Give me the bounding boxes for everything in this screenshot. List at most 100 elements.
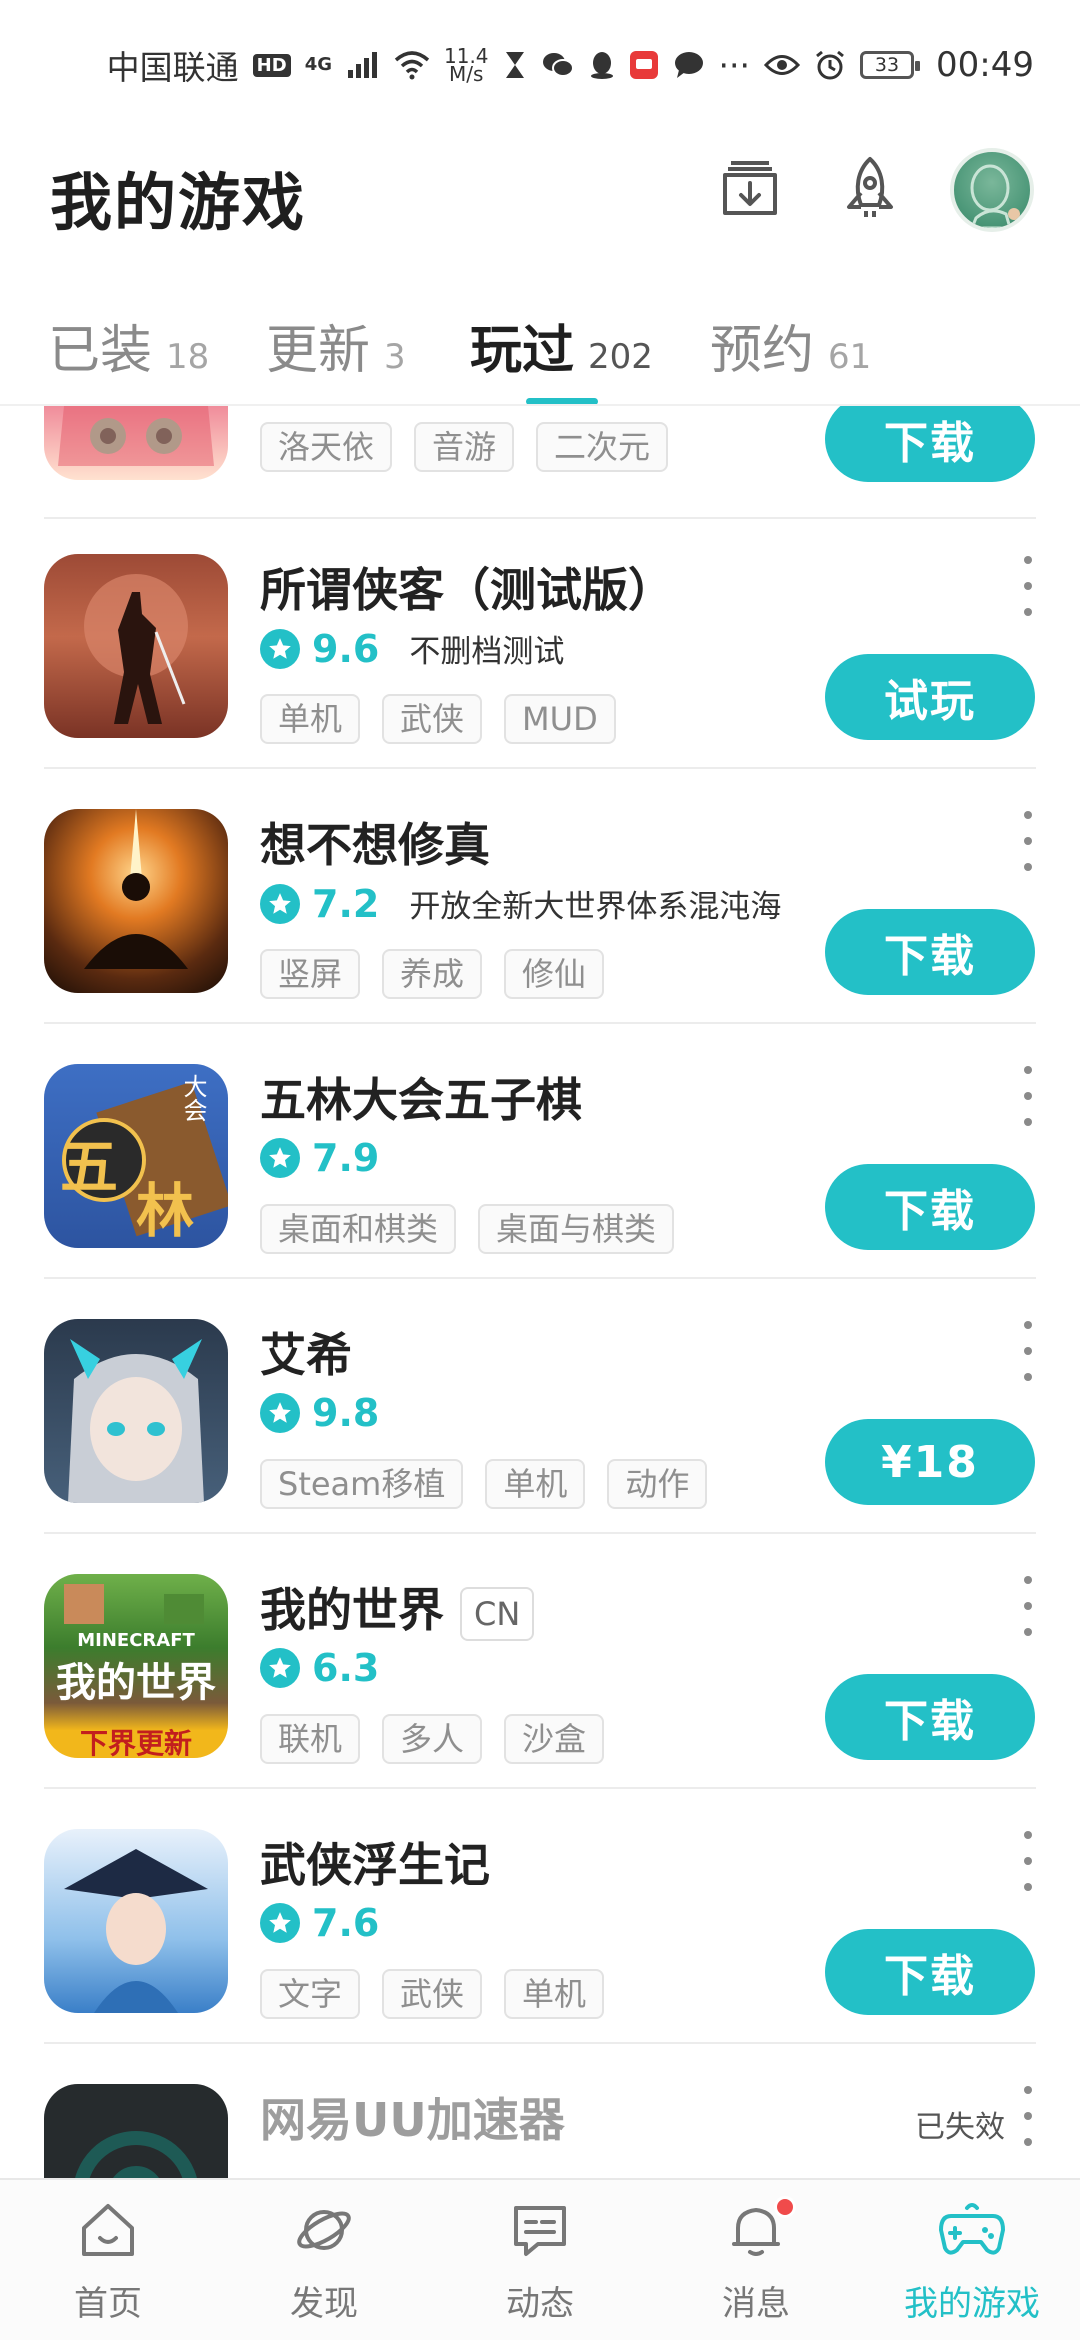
icon-text: 大会 — [179, 1074, 207, 1122]
dot — [1024, 1092, 1032, 1100]
tab-updates[interactable]: 更新 3 — [266, 308, 406, 383]
more-options-button[interactable] — [1018, 1321, 1038, 1381]
download-button[interactable]: 下载 — [825, 406, 1035, 482]
more-options-button[interactable] — [1018, 556, 1038, 616]
game-list[interactable]: 洛天依 音游 二次元 下载 所谓侠客（测试版） 9.6 不删档测试 单机 武侠 … — [0, 406, 1080, 2178]
dot — [1024, 1347, 1032, 1355]
status-bar: 中国联通 HD 4G 11.4 M/s ··· 33 00:49 — [0, 0, 1080, 130]
tag: 武侠 — [382, 694, 483, 744]
star-icon — [260, 1903, 300, 1943]
tab-reserved[interactable]: 预约 61 — [710, 308, 871, 383]
download-button[interactable]: 下载 — [825, 1164, 1035, 1250]
buy-button[interactable]: ¥18 — [825, 1419, 1035, 1505]
wifi-icon — [394, 50, 430, 80]
nav-messages[interactable]: 消息 — [648, 2180, 864, 2340]
list-item[interactable]: 想不想修真 7.2 开放全新大世界体系混沌海 竖屏 养成 修仙 下载 — [0, 769, 1080, 1024]
game-name[interactable]: 所谓侠客（测试版） — [260, 554, 674, 620]
clock: 00:49 — [936, 45, 1034, 85]
dot — [1024, 1857, 1032, 1865]
nav-label: 发现 — [290, 2284, 358, 2324]
tab-label: 玩过 — [470, 321, 575, 381]
dot — [1024, 837, 1032, 845]
tag: 单机 — [504, 1969, 605, 2019]
game-name[interactable]: 想不想修真 — [260, 809, 490, 875]
tab-installed[interactable]: 已装 18 — [48, 308, 209, 383]
battery-indicator: 33 — [860, 51, 921, 79]
tab-label: 更新 — [266, 321, 371, 381]
network-speed: 11.4 M/s — [444, 46, 489, 84]
game-name[interactable]: 我的世界 CN — [260, 1574, 535, 1641]
tag: 多人 — [382, 1714, 483, 1764]
rating-value: 7.2 — [312, 881, 380, 926]
game-icon — [44, 809, 228, 993]
nav-discover[interactable]: 发现 — [216, 2180, 432, 2340]
game-name[interactable]: 武侠浮生记 — [260, 1829, 490, 1895]
star-icon — [260, 1138, 300, 1178]
download-icon — [715, 153, 785, 227]
list-item[interactable]: 武侠浮生记 7.6 文字 武侠 单机 下载 — [0, 1789, 1080, 2044]
planet-icon — [292, 2198, 356, 2266]
accelerate-button[interactable] — [830, 150, 910, 230]
nav-my-games[interactable]: 我的游戏 — [864, 2180, 1080, 2340]
page-title: 我的游戏 — [50, 166, 307, 239]
tag: Steam移植 — [260, 1459, 464, 1509]
game-name-text: 我的世界 — [260, 1583, 444, 1637]
dot — [1024, 811, 1032, 819]
rating: 7.9 — [260, 1136, 379, 1180]
more-notifications: ··· — [718, 45, 751, 85]
game-icon — [44, 1319, 228, 1503]
more-options-button[interactable] — [1018, 2086, 1038, 2146]
try-play-button[interactable]: 试玩 — [825, 654, 1035, 740]
download-button[interactable]: 下载 — [825, 1929, 1035, 2015]
tag: 洛天依 — [260, 422, 393, 472]
dot — [1024, 1576, 1032, 1584]
rating-value: 9.8 — [312, 1391, 380, 1435]
game-name[interactable]: 艾希 — [260, 1319, 352, 1385]
dot — [1024, 2086, 1032, 2094]
tab-count: 61 — [828, 337, 872, 377]
tag: 动作 — [607, 1459, 708, 1509]
alarm-icon — [814, 49, 846, 81]
user-avatar[interactable] — [950, 148, 1034, 232]
tag-list: 单机 武侠 MUD — [260, 694, 616, 744]
nav-feed[interactable]: 动态 — [432, 2180, 648, 2340]
tag: 二次元 — [536, 422, 669, 472]
tag: MUD — [504, 694, 616, 744]
invalid-status: 已失效 — [915, 2110, 1005, 2145]
game-name[interactable]: 五林大会五子棋 — [260, 1064, 582, 1130]
network-type: 4G — [304, 54, 332, 75]
more-options-button[interactable] — [1018, 811, 1038, 871]
hourglass-icon — [503, 50, 527, 80]
eye-icon — [764, 50, 801, 80]
download-button[interactable]: 下载 — [825, 1674, 1035, 1760]
tag: 文字 — [260, 1969, 361, 2019]
nav-home[interactable]: 首页 — [0, 2180, 216, 2340]
star-icon — [260, 1648, 300, 1688]
download-manager-button[interactable] — [710, 150, 790, 230]
more-options-button[interactable] — [1018, 1066, 1038, 1126]
list-item[interactable]: 所谓侠客（测试版） 9.6 不删档测试 单机 武侠 MUD 试玩 — [0, 514, 1080, 769]
icon-text: MINECRAFT — [77, 1630, 195, 1651]
more-options-button[interactable] — [1018, 1831, 1038, 1891]
rating: 7.2 开放全新大世界体系混沌海 — [260, 881, 781, 926]
notification-dot — [774, 2196, 796, 2218]
dot — [1024, 1321, 1032, 1329]
dot — [1024, 863, 1032, 871]
list-item[interactable]: 洛天依 音游 二次元 下载 — [0, 406, 1080, 519]
tag: 竖屏 — [260, 949, 361, 999]
dot — [1024, 2112, 1032, 2120]
dot — [1024, 1628, 1032, 1636]
list-item[interactable]: MINECRAFT 我的世界 下界更新 我的世界 CN 6.3 联机 多人 沙盒 … — [0, 1534, 1080, 1789]
list-item[interactable]: 艾希 9.8 Steam移植 单机 动作 ¥18 — [0, 1279, 1080, 1534]
star-icon — [260, 1393, 300, 1433]
list-item[interactable]: 五 林 大会 五林大会五子棋 7.9 桌面和棋类 桌面与棋类 下载 — [0, 1024, 1080, 1279]
chat-icon — [673, 50, 705, 80]
tag-list: 联机 多人 沙盒 — [260, 1714, 605, 1764]
tag-list: 竖屏 养成 修仙 — [260, 949, 605, 999]
tab-played[interactable]: 玩过 202 — [470, 308, 653, 383]
nav-label: 我的游戏 — [904, 2284, 1040, 2324]
more-options-button[interactable] — [1018, 1576, 1038, 1636]
list-item[interactable]: 网易UU加速器 已失效 — [0, 2044, 1080, 2178]
game-name[interactable]: 网易UU加速器 — [260, 2084, 565, 2150]
download-button[interactable]: 下载 — [825, 909, 1035, 995]
